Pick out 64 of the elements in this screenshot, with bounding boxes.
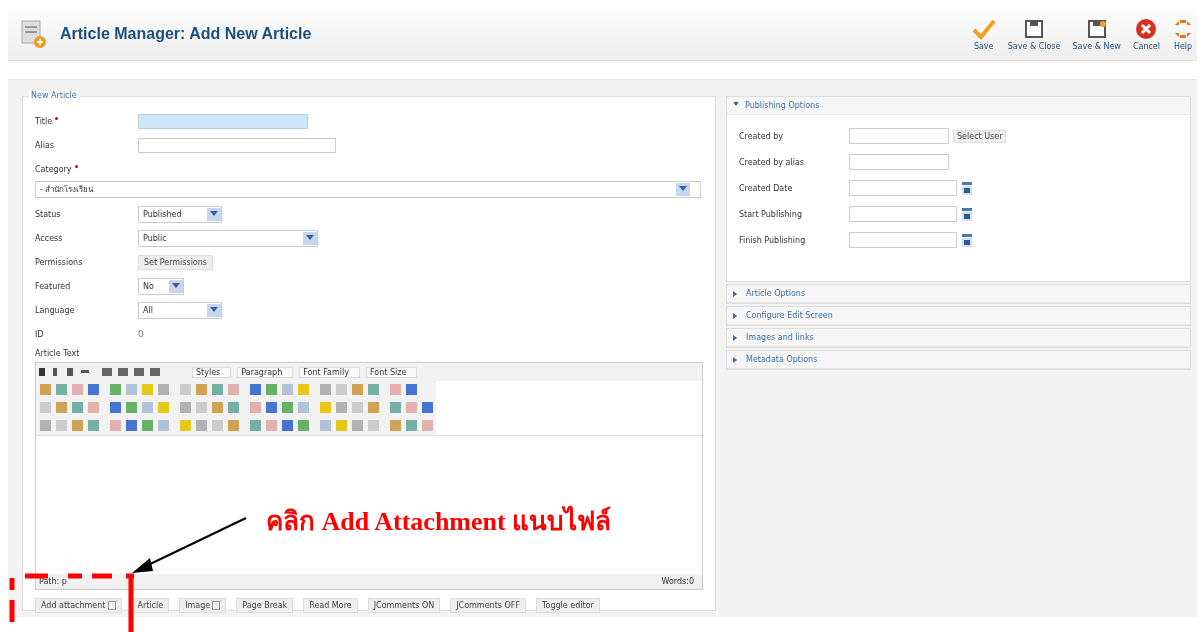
page-title: Article Manager: Add New Article <box>60 25 312 43</box>
editor-button[interactable]: Read More <box>303 598 358 613</box>
select-field[interactable]: Published <box>138 205 222 223</box>
select-user-button[interactable]: Select User <box>953 129 1007 143</box>
panel-header[interactable]: Metadata Options <box>727 351 1190 369</box>
category-select[interactable]: - สำนักโรงเรียน <box>35 181 701 198</box>
editor-button[interactable]: Add attachment <box>35 598 122 613</box>
editor-dropdown[interactable]: Font Family <box>299 366 360 378</box>
article-icon <box>20 19 48 49</box>
select-field[interactable]: No <box>138 277 184 295</box>
calendar-icon[interactable] <box>961 207 973 221</box>
set-permissions-button[interactable]: Set Permissions <box>138 254 213 270</box>
toolbar-button[interactable]: Save & Close <box>1004 17 1064 51</box>
text-field[interactable] <box>849 154 949 170</box>
editor-button[interactable]: JComments OFF <box>450 598 526 613</box>
toolbar-button[interactable]: Cancel <box>1129 17 1163 51</box>
field-label: Created by <box>739 131 784 141</box>
toolbar-button[interactable]: Save & New <box>1069 17 1124 51</box>
field-label: Created by alias <box>739 157 805 167</box>
select-field[interactable]: Public <box>138 229 318 247</box>
editor-toolbar-drawing[interactable] <box>36 399 436 417</box>
editor-dropdown[interactable]: Paragraph <box>237 366 294 378</box>
panel-header[interactable]: Article Options <box>727 285 1190 303</box>
field-label: Finish Publishing <box>739 235 807 245</box>
fieldset-legend: New Article <box>29 91 79 100</box>
calendar-icon[interactable] <box>961 181 973 195</box>
editor-button[interactable]: Page Break <box>236 598 294 613</box>
field-label: Alias <box>35 140 55 150</box>
field-label: ID <box>35 329 45 339</box>
calendar-icon[interactable] <box>961 233 973 247</box>
editor-dropdown[interactable]: Font Size <box>365 366 418 378</box>
text-field[interactable] <box>138 137 336 153</box>
editor-toolbar-drawing[interactable] <box>36 381 436 399</box>
field-label: Created Date <box>739 183 794 193</box>
date-field[interactable] <box>849 232 957 248</box>
cancel-icon <box>1135 17 1158 40</box>
checkmark-icon <box>971 17 996 40</box>
field-label: Article Text <box>35 349 81 358</box>
panel-header[interactable]: Publishing Options <box>727 97 1190 115</box>
editor-toolbar-drawing[interactable] <box>36 417 436 435</box>
field-label: Language <box>35 305 76 315</box>
date-field[interactable] <box>849 206 957 222</box>
editor-button[interactable]: Image <box>179 598 227 613</box>
field-label: Title <box>35 116 138 126</box>
editor-button[interactable]: JComments ON <box>367 598 441 613</box>
field-label: Access <box>35 233 64 243</box>
panel-header[interactable]: Configure Edit Screen <box>727 307 1190 325</box>
field-label: Featured <box>35 281 72 291</box>
word-count: Words:0 <box>661 577 694 586</box>
field-label: Start Publishing <box>739 209 803 219</box>
field-label: Status <box>35 209 62 219</box>
text-field[interactable] <box>849 128 949 144</box>
select-field[interactable]: All <box>138 301 222 319</box>
panel-header[interactable]: Images and links <box>727 329 1190 347</box>
toolbar-button[interactable]: Save <box>968 17 999 51</box>
id-value: 0 <box>138 329 144 339</box>
text-field[interactable] <box>138 113 308 129</box>
editor-dropdown[interactable]: Styles <box>192 366 232 378</box>
toolbar-button[interactable]: Help <box>1169 17 1197 51</box>
field-label: Permissions <box>35 257 84 267</box>
date-field[interactable] <box>849 180 957 196</box>
editor-button[interactable]: Toggle editor <box>536 598 600 613</box>
field-label: Category <box>35 164 138 174</box>
annotation-text: คลิก Add Attachment แนบไฟล์ <box>266 504 612 538</box>
